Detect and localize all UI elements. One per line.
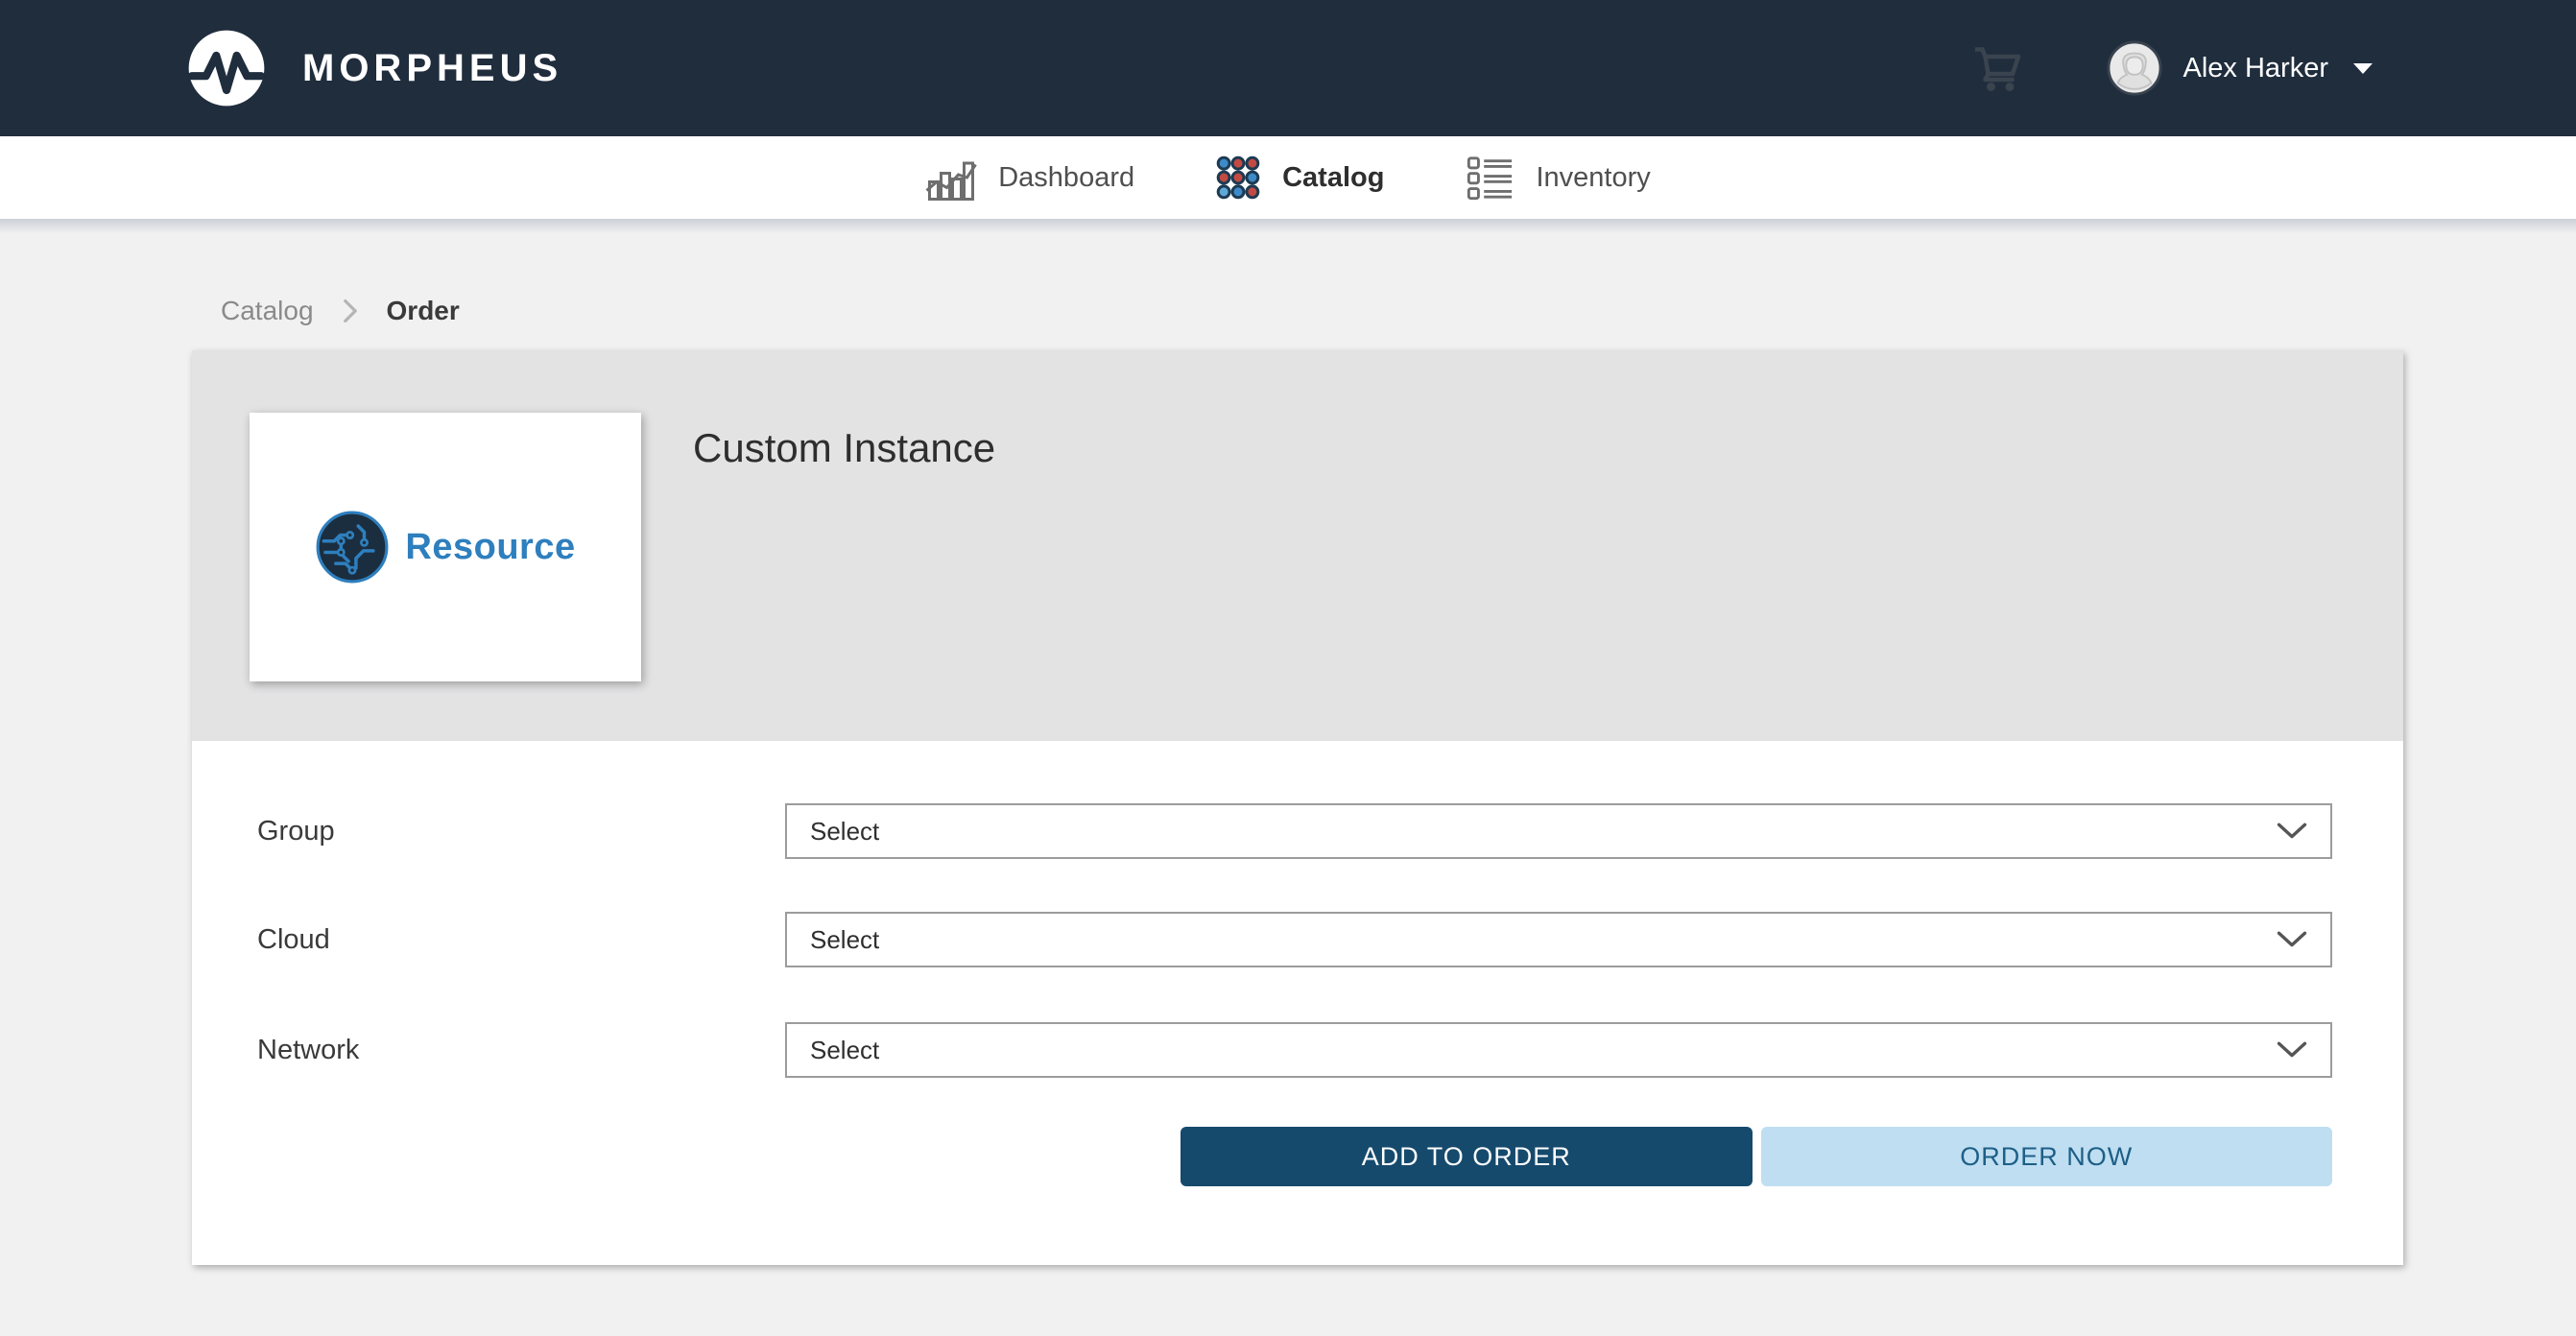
main-nav: Dashboard Catalog <box>0 136 2576 219</box>
field-row-cloud: Cloud Select <box>257 912 2332 967</box>
resource-circuit-icon <box>315 510 390 584</box>
catalog-item-logo-text: Resource <box>405 527 575 568</box>
add-to-order-button[interactable]: ADD TO ORDER <box>1181 1127 1753 1186</box>
group-label: Group <box>257 816 785 847</box>
catalog-item-logo-card: Resource <box>250 413 641 681</box>
chevron-down-icon <box>2277 931 2307 948</box>
order-now-button[interactable]: ORDER NOW <box>1761 1127 2333 1186</box>
user-name: Alex Harker <box>2183 53 2329 84</box>
group-select[interactable]: Select <box>785 803 2332 859</box>
morpheus-logo-icon <box>187 29 266 107</box>
order-card: Resource Custom Instance Group Select Cl… <box>192 350 2403 1265</box>
chevron-down-icon <box>2277 823 2307 840</box>
list-icon <box>1465 153 1515 203</box>
field-row-group: Group Select <box>257 803 2332 859</box>
order-actions: ADD TO ORDER ORDER NOW <box>1181 1127 2332 1186</box>
chevron-down-icon <box>2353 63 2373 74</box>
nav-item-inventory[interactable]: Inventory <box>1465 153 1650 203</box>
group-select-value: Select <box>810 817 2277 847</box>
nav-label-catalog: Catalog <box>1282 162 1384 194</box>
topbar: MORPHEUS Alex Harker <box>0 0 2576 136</box>
topbar-right: Alex Harker <box>1972 40 2373 96</box>
page-title: Custom Instance <box>693 425 995 471</box>
network-select[interactable]: Select <box>785 1022 2332 1078</box>
field-row-network: Network Select <box>257 1022 2332 1078</box>
user-avatar <box>2107 40 2162 96</box>
cloud-select[interactable]: Select <box>785 912 2332 967</box>
breadcrumb-current: Order <box>387 296 460 326</box>
order-header: Resource Custom Instance <box>192 350 2403 741</box>
network-select-value: Select <box>810 1036 2277 1065</box>
nav-label-dashboard: Dashboard <box>998 162 1134 194</box>
morpheus-brand[interactable]: MORPHEUS <box>187 29 562 107</box>
nav-item-dashboard[interactable]: Dashboard <box>925 152 1134 203</box>
cloud-select-value: Select <box>810 925 2277 955</box>
chevron-right-icon <box>343 298 358 323</box>
order-form: Group Select Cloud Select Network Select <box>192 741 2403 1265</box>
breadcrumb-catalog-link[interactable]: Catalog <box>221 296 314 326</box>
cart-icon[interactable] <box>1972 42 2024 94</box>
user-menu[interactable]: Alex Harker <box>2107 40 2373 96</box>
nav-shadow <box>0 219 2576 234</box>
breadcrumb: Catalog Order <box>221 296 460 326</box>
grid-dots-icon <box>1215 155 1261 201</box>
nav-label-inventory: Inventory <box>1536 162 1650 194</box>
chevron-down-icon <box>2277 1041 2307 1059</box>
bar-chart-icon <box>925 152 977 203</box>
network-label: Network <box>257 1035 785 1066</box>
cloud-label: Cloud <box>257 924 785 956</box>
nav-item-catalog[interactable]: Catalog <box>1215 155 1384 201</box>
brand-name: MORPHEUS <box>302 47 562 90</box>
